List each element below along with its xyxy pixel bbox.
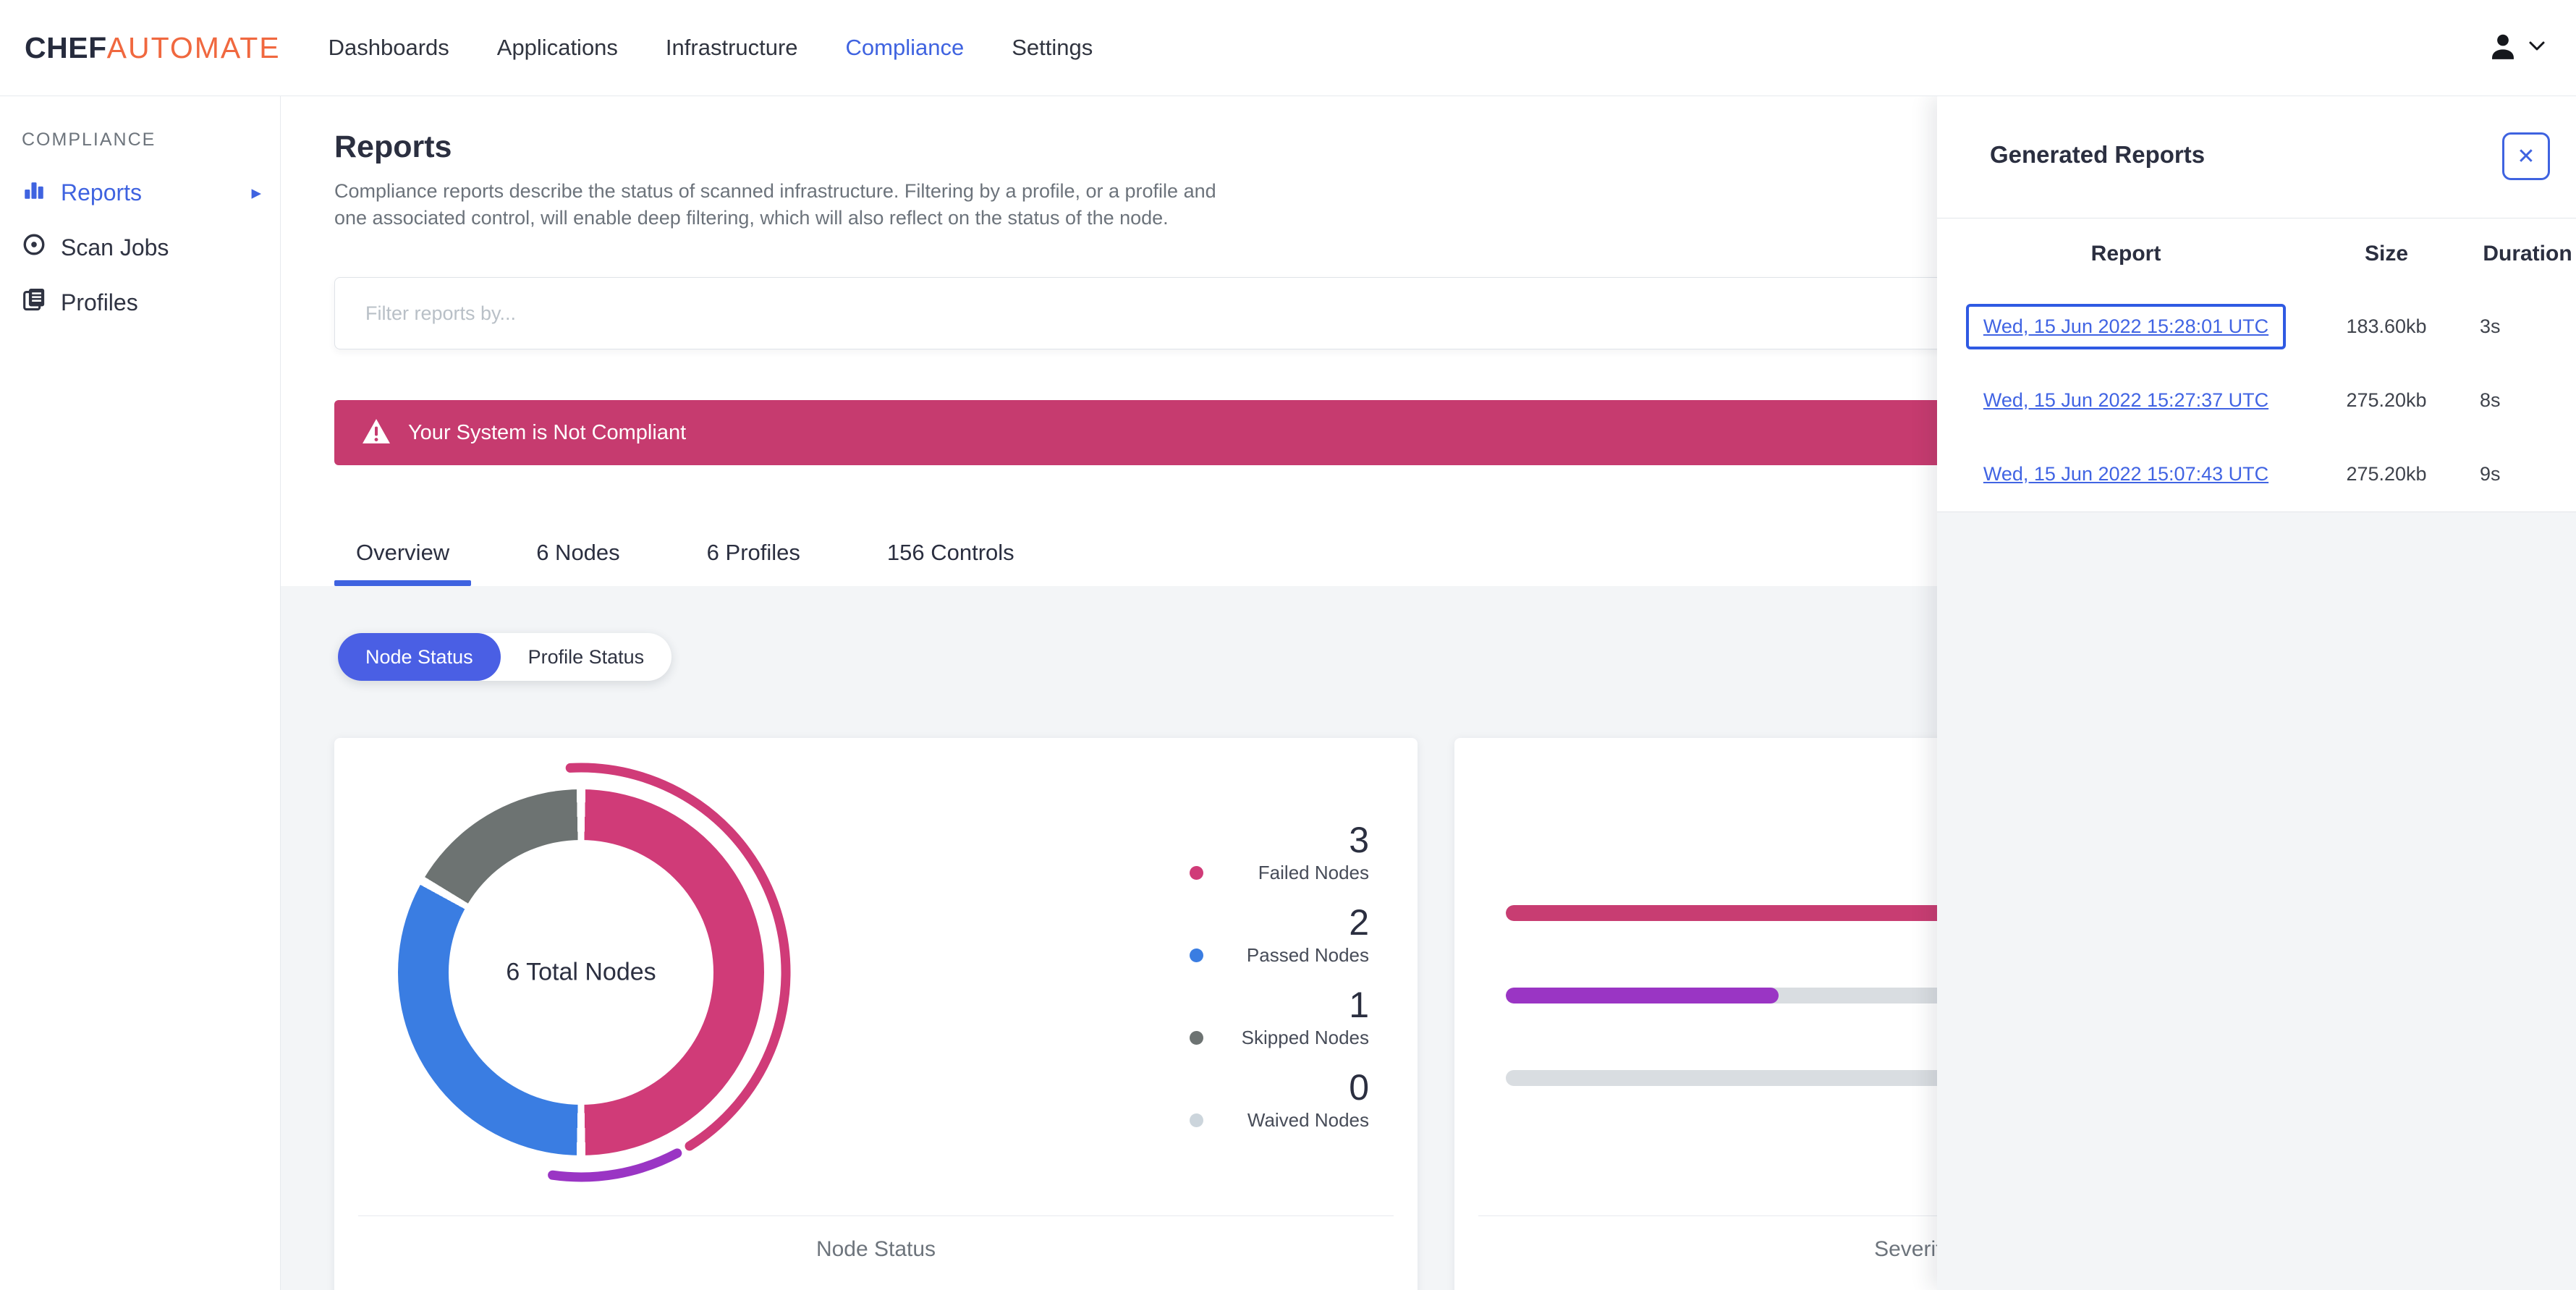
- legend-item-passed: 2 Passed Nodes: [1145, 903, 1369, 967]
- legend-label: Skipped Nodes: [1241, 1027, 1369, 1048]
- generated-reports-sheet: Generated Reports ✕ Report Size Duration…: [1937, 96, 2576, 512]
- report-size: 275.20kb: [2346, 389, 2427, 411]
- report-tabs: Overview 6 Nodes 6 Profiles 156 Controls: [334, 519, 1036, 586]
- report-download-link[interactable]: Wed, 15 Jun 2022 15:07:43 UTC: [1983, 463, 2268, 485]
- node-status-card-footer: Node Status: [815, 1237, 936, 1261]
- primary-nav: Dashboards Applications Infrastructure C…: [329, 35, 1093, 61]
- report-size: 275.20kb: [2346, 462, 2427, 485]
- legend-label: Failed Nodes: [1258, 862, 1369, 883]
- sidebar-item-profiles[interactable]: Profiles: [22, 275, 280, 330]
- sidebar-item-scan-jobs[interactable]: Scan Jobs: [22, 220, 280, 275]
- table-header-row: Report Size Duration: [1949, 218, 2576, 289]
- report-duration: 3s: [2480, 315, 2501, 337]
- legend-label: Waived Nodes: [1247, 1109, 1369, 1131]
- node-status-legend: 3 Failed Nodes 2 Passed Nodes 1 Skipped …: [1145, 820, 1369, 1150]
- nav-settings[interactable]: Settings: [1012, 35, 1093, 61]
- sidebar-item-label: Profiles: [61, 289, 138, 315]
- tab-controls[interactable]: 156 Controls: [865, 519, 1036, 586]
- warning-triangle-icon: [362, 418, 391, 448]
- panel-header: Generated Reports ✕: [1937, 96, 2576, 218]
- page-description: Compliance reports describe the status o…: [334, 178, 1216, 232]
- node-status-card: 6 Total Nodes 3 Failed Nodes 2 Passed No…: [334, 738, 1418, 1290]
- panel-title: Generated Reports: [1990, 141, 2206, 168]
- top-navigation-bar: CHEFAUTOMATE Dashboards Applications Inf…: [0, 0, 2576, 96]
- generated-reports-panel: Generated Reports ✕ Report Size Duration…: [1937, 96, 2576, 1290]
- logo-automate: AUTOMATE: [106, 30, 281, 64]
- status-toggle: Node Status Profile Status: [338, 633, 672, 681]
- bar-chart-icon: [22, 177, 46, 208]
- report-size: 183.60kb: [2346, 315, 2427, 337]
- skipped-dot-icon: [1190, 1031, 1203, 1045]
- nav-dashboards[interactable]: Dashboards: [329, 35, 449, 61]
- app-window: CHEFAUTOMATE Dashboards Applications Inf…: [0, 0, 2576, 1290]
- page-title: Reports: [334, 130, 452, 164]
- nav-compliance[interactable]: Compliance: [846, 35, 965, 61]
- tab-profiles[interactable]: 6 Profiles: [685, 519, 822, 586]
- column-header-size: Size: [2364, 242, 2409, 266]
- tab-nodes[interactable]: 6 Nodes: [514, 519, 641, 586]
- legend-item-waived: 0 Waived Nodes: [1145, 1068, 1369, 1132]
- toggle-profile-status[interactable]: Profile Status: [501, 633, 672, 681]
- tab-overview[interactable]: Overview: [334, 519, 472, 586]
- failed-count: 3: [1349, 820, 1369, 860]
- chevron-down-icon: [2528, 41, 2546, 55]
- generated-reports-table: Report Size Duration Wed, 15 Jun 2022 15…: [1949, 218, 2576, 511]
- card-divider: [358, 1215, 1394, 1216]
- nav-applications[interactable]: Applications: [497, 35, 618, 61]
- column-header-duration: Duration: [2483, 242, 2572, 266]
- legend-label: Passed Nodes: [1246, 944, 1369, 966]
- waived-count: 0: [1349, 1067, 1369, 1108]
- passed-dot-icon: [1190, 949, 1203, 962]
- report-duration: 9s: [2480, 462, 2501, 485]
- compliance-sidebar: COMPLIANCE Reports ▸ Scan Jobs Profiles: [0, 96, 281, 1290]
- close-panel-button[interactable]: ✕: [2502, 132, 2550, 180]
- donut-center-label: 6 Total Nodes: [506, 958, 656, 986]
- chef-automate-logo[interactable]: CHEFAUTOMATE: [25, 31, 281, 65]
- column-header-report: Report: [2090, 242, 2161, 266]
- logo-chef: CHEF: [25, 30, 107, 64]
- submenu-arrow-icon[interactable]: ▸: [251, 182, 261, 204]
- table-row: Wed, 15 Jun 2022 15:07:43 UTC 275.20kb 9…: [1949, 437, 2576, 511]
- failed-dot-icon: [1190, 866, 1203, 880]
- close-icon: ✕: [2517, 144, 2535, 169]
- page-description-line2: one associated control, will enable deep…: [334, 207, 1169, 229]
- user-menu-button[interactable]: [2486, 30, 2551, 67]
- passed-count: 2: [1349, 902, 1369, 943]
- user-avatar-icon: [2486, 30, 2520, 67]
- legend-item-skipped: 1 Skipped Nodes: [1145, 985, 1369, 1049]
- profiles-stack-icon: [22, 287, 46, 318]
- waived-dot-icon: [1190, 1113, 1203, 1127]
- sidebar-item-label: Scan Jobs: [61, 234, 169, 260]
- report-download-link[interactable]: Wed, 15 Jun 2022 15:28:01 UTC: [1983, 315, 2268, 337]
- legend-item-failed: 3 Failed Nodes: [1145, 820, 1369, 884]
- report-download-link[interactable]: Wed, 15 Jun 2022 15:27:37 UTC: [1983, 389, 2268, 411]
- skipped-count: 1: [1349, 985, 1369, 1025]
- table-row: Wed, 15 Jun 2022 15:28:01 UTC 183.60kb 3…: [1949, 289, 2576, 363]
- report-duration: 8s: [2480, 389, 2501, 411]
- focused-report-link-box: Wed, 15 Jun 2022 15:28:01 UTC: [1965, 303, 2287, 349]
- sidebar-section-label: COMPLIANCE: [22, 130, 156, 150]
- nav-infrastructure[interactable]: Infrastructure: [666, 35, 798, 61]
- banner-message: Your System is Not Compliant: [408, 420, 687, 444]
- sidebar-item-label: Reports: [61, 179, 143, 205]
- toggle-node-status[interactable]: Node Status: [338, 633, 501, 681]
- page-description-line1: Compliance reports describe the status o…: [334, 180, 1216, 202]
- table-row: Wed, 15 Jun 2022 15:27:37 UTC 275.20kb 8…: [1949, 363, 2576, 437]
- sidebar-item-reports[interactable]: Reports ▸: [22, 165, 280, 220]
- scanner-icon: [22, 232, 46, 263]
